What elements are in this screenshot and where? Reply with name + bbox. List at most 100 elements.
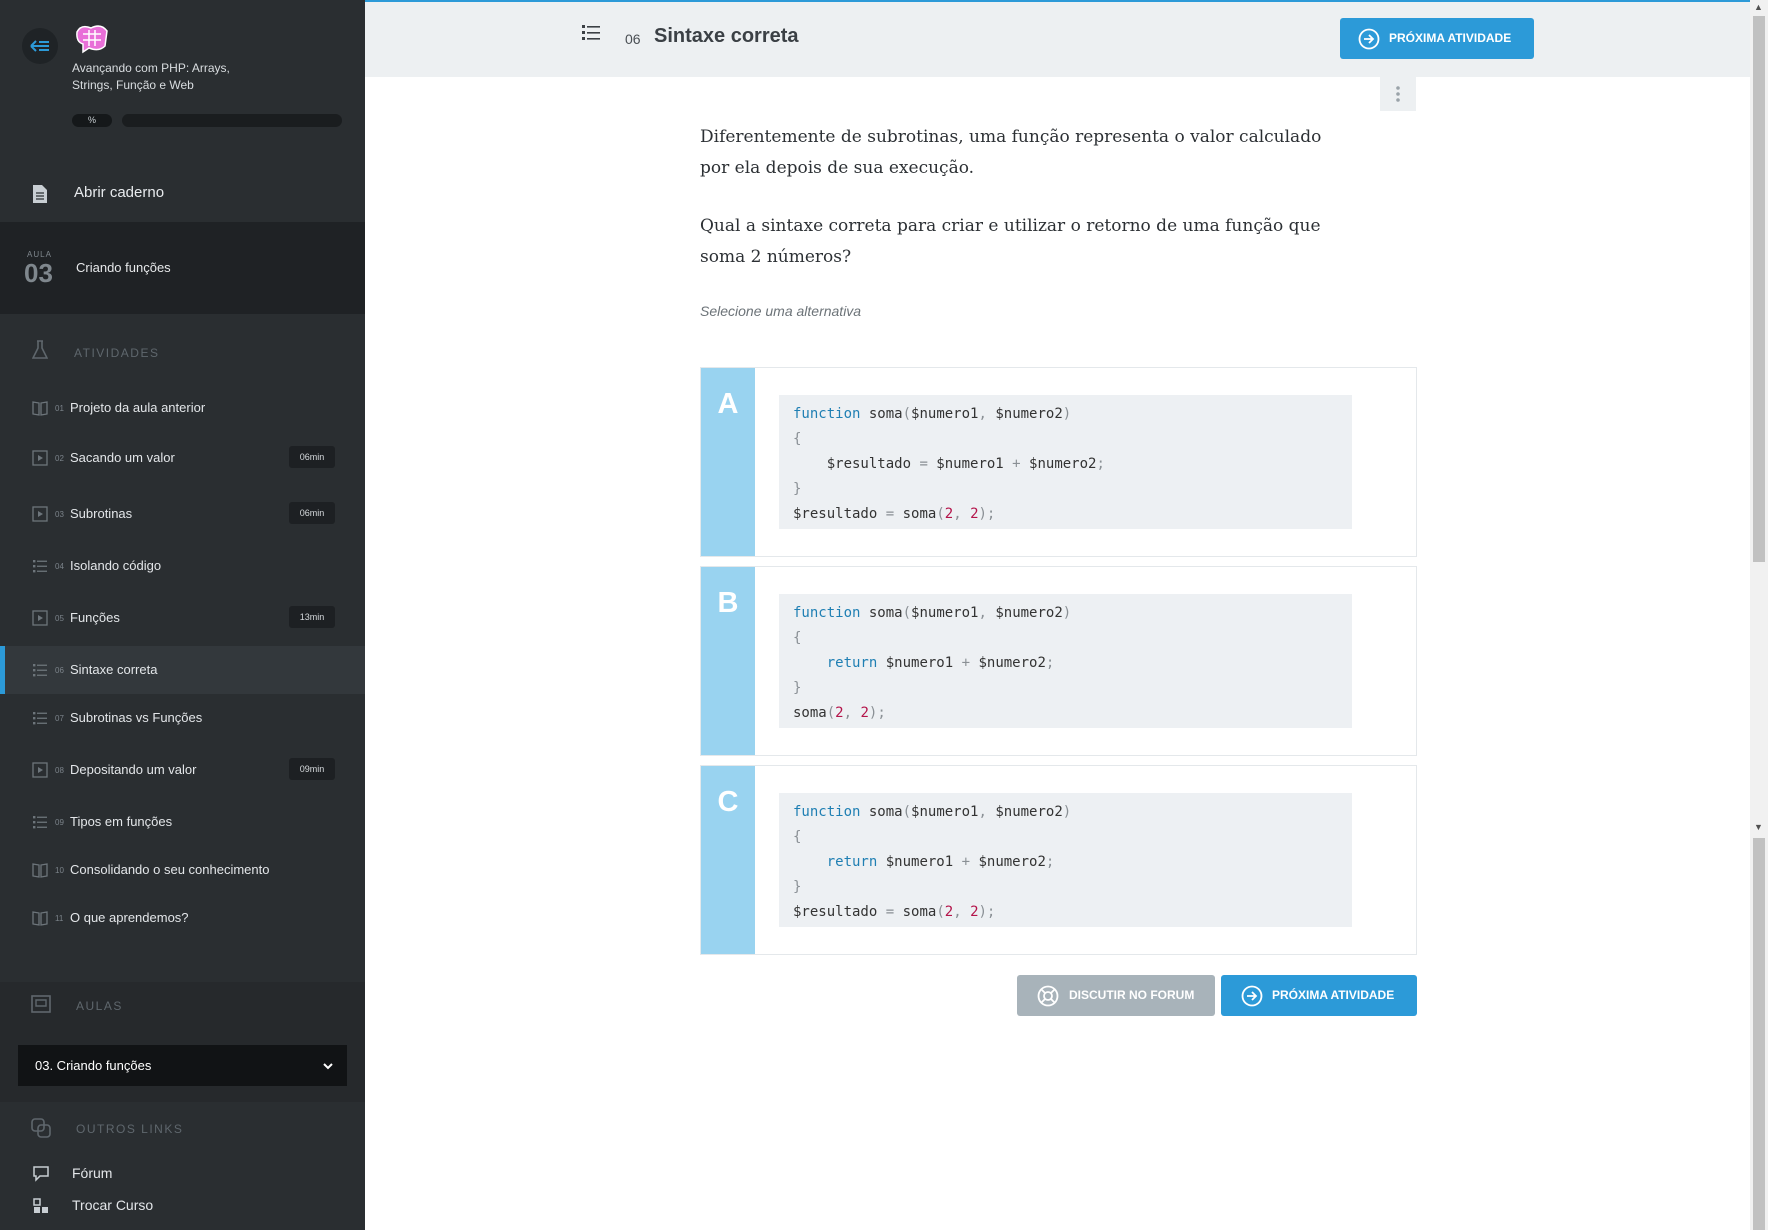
discuss-forum-button[interactable]: DISCUTIR NO FORUM [1017,975,1215,1016]
activity-title: Projeto da aula anterior [70,400,206,415]
lessons-icon [31,995,51,1018]
back-arrow-icon [30,40,49,52]
switch-course-link[interactable]: Trocar Curso [0,1192,365,1220]
lesson-title: Criando funções [76,260,171,275]
activity-item-10[interactable]: 10 Consolidando o seu conhecimento [0,846,365,894]
current-lesson [0,222,365,314]
app-window: Avançando com PHP: Arrays, Strings, Funç… [0,0,1768,1230]
alternative-a[interactable]: A function soma($numero1, $numero2) { $r… [700,367,1417,557]
activity-item-03[interactable]: 03 Subrotinas 06min [0,490,365,538]
next-activity-button-top[interactable]: PRÓXIMA ATIVIDADE [1340,18,1534,59]
switch-icon [33,1198,49,1219]
scroll-down-icon[interactable]: ▼ [1754,822,1763,832]
course-header: Avançando com PHP: Arrays, Strings, Funç… [0,0,365,150]
flask-icon [31,340,49,365]
links-icon [31,1118,51,1143]
question-text: Qual a sintaxe correta para criar e util… [700,216,1321,267]
list-icon [32,814,48,830]
activity-title: Subrotinas vs Funções [70,710,203,725]
scroll-up-icon[interactable]: ▲ [1754,2,1763,12]
activity-item-08[interactable]: 08 Depositando um valor 09min [0,746,365,794]
duration-badge: 06min [289,502,335,524]
activity-item-09[interactable]: 09 Tipos em funções [0,798,365,846]
activity-list-toggle-icon[interactable] [582,24,600,45]
activity-title: Sintaxe correta [70,662,158,677]
activity-number: 02 [55,454,64,463]
video-icon [32,506,48,522]
activity-number: 10 [55,866,64,875]
page-title: Sintaxe correta [654,25,799,47]
notebook-label: Abrir caderno [74,184,165,201]
next-activity-label-bottom: PRÓXIMA ATIVIDADE [1272,988,1395,1002]
activity-title: Depositando um valor [70,762,197,777]
activity-number: 08 [55,766,64,775]
duration-badge: 09min [289,758,335,780]
list-icon [32,710,48,726]
select-hint: Selecione uma alternativa [700,303,862,319]
aulas-select[interactable]: 03. Criando funções [18,1045,347,1086]
activity-item-02[interactable]: 02 Sacando um valor 06min [0,434,365,482]
activity-number: 05 [55,614,64,623]
video-icon [32,450,48,466]
chat-icon [33,1166,49,1187]
sidebar: Avançando com PHP: Arrays, Strings, Funç… [0,0,365,1230]
course-logo-icon [73,22,111,58]
discuss-forum-label: DISCUTIR NO FORUM [1069,988,1195,1002]
forum-link[interactable]: Fórum [0,1160,365,1188]
activity-number: 09 [55,818,64,827]
arrow-circle-right-icon [1241,985,1263,1010]
activity-item-07[interactable]: 07 Subrotinas vs Funções [0,694,365,742]
activity-number: 06 [625,31,641,47]
alternative-letter: A [701,368,755,556]
question-intro: Diferentemente de subrotinas, uma função… [700,127,1322,178]
activity-title: Funções [70,610,120,625]
activity-number: 01 [55,404,64,413]
activity-title: Tipos em funções [70,814,173,829]
list-icon [32,558,48,574]
activity-item-04[interactable]: 04 Isolando código [0,542,365,590]
activity-item-11[interactable]: 11 O que aprendemos? [0,894,365,942]
scrollbar-thumb-lower[interactable] [1753,838,1765,1230]
alternative-b[interactable]: B function soma($numero1, $numero2) { re… [700,566,1417,756]
book-icon [32,910,48,926]
other-links-heading: OUTROS LINKS [76,1122,184,1136]
list-icon [32,662,48,678]
activity-item-05[interactable]: 05 Funções 13min [0,594,365,642]
scrollbar-thumb[interactable] [1753,16,1765,562]
arrow-circle-right-icon [1358,28,1380,53]
activity-number: 07 [55,714,64,723]
aulas-selected-value: 03. Criando funções [35,1058,152,1073]
code-block: function soma($numero1, $numero2) { $res… [779,395,1352,529]
next-activity-label-top: PRÓXIMA ATIVIDADE [1389,31,1512,45]
back-button[interactable] [22,28,58,64]
activity-title: O que aprendemos? [70,910,189,925]
duration-badge: 13min [289,606,335,628]
activity-title: Isolando código [70,558,162,573]
progress-bar [122,114,342,127]
activity-number: 04 [55,562,64,571]
activity-number: 11 [55,914,64,923]
activity-header [365,2,1750,77]
activity-item-06[interactable]: 06 Sintaxe correta [0,646,365,694]
activity-title: Subrotinas [70,506,133,521]
more-options-button[interactable] [1380,77,1416,111]
notebook-icon [32,184,48,209]
activities-heading: ATIVIDADES [74,346,160,360]
alternative-c[interactable]: C function soma($numero1, $numero2) { re… [700,765,1417,955]
chevron-down-icon [323,1045,333,1086]
next-activity-button-bottom[interactable]: PRÓXIMA ATIVIDADE [1221,975,1417,1016]
alternative-letter: B [701,567,755,755]
aula-number: 03 [24,258,53,288]
alternative-letter: C [701,766,755,954]
activity-item-01[interactable]: 01 Projeto da aula anterior [0,384,365,432]
open-notebook-button[interactable]: Abrir caderno [0,166,365,222]
code-block: function soma($numero1, $numero2) { retu… [779,793,1352,927]
book-icon [32,862,48,878]
activity-title: Consolidando o seu conhecimento [70,862,270,877]
activity-number: 06 [55,666,64,675]
page-scrollbar[interactable]: ▲ ▼ [1750,0,1768,1230]
forum-link-label: Fórum [72,1165,113,1181]
switch-course-label: Trocar Curso [72,1197,154,1213]
activity-title: Sacando um valor [70,450,175,465]
code-block: function soma($numero1, $numero2) { retu… [779,594,1352,728]
